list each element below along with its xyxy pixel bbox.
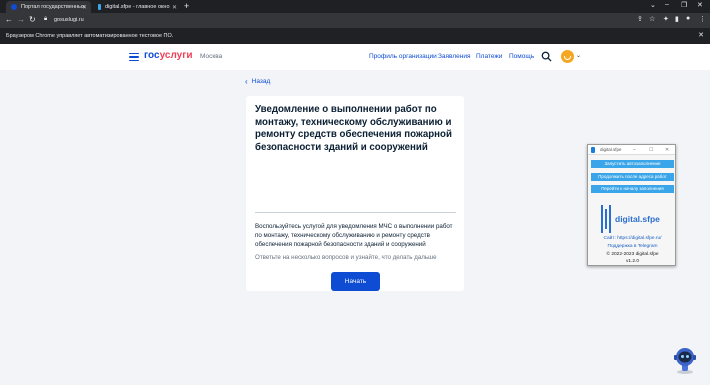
minimize-icon[interactable]: – bbox=[633, 145, 636, 155]
close-tab-icon[interactable]: ✕ bbox=[82, 4, 87, 11]
service-card: Уведомление о выполнении работ по монтаж… bbox=[246, 96, 464, 291]
tab-digital-sfpe[interactable]: digital.sfpe - главное окно ✕ bbox=[93, 1, 181, 13]
digital-sfpe-favicon-icon bbox=[98, 4, 101, 10]
logo-text: digital.sfpe bbox=[615, 214, 660, 224]
telegram-support-link[interactable]: Поддержка в Telegram bbox=[588, 244, 677, 249]
avatar[interactable] bbox=[561, 50, 574, 63]
profile-icon[interactable]: ● bbox=[686, 15, 690, 22]
reload-icon[interactable]: ↻ bbox=[29, 15, 36, 24]
start-autofill-button[interactable]: Запустить автозаполнение bbox=[591, 160, 674, 168]
maximize-icon[interactable]: ☐ bbox=[649, 145, 653, 155]
forward-arrow-icon[interactable]: → bbox=[17, 15, 25, 24]
back-arrow-icon[interactable]: ← bbox=[5, 15, 13, 24]
city-selector[interactable]: Москва bbox=[200, 53, 222, 60]
browser-toolbar: ← → ↻ 🔒︎ gosuslugi.ru ⇪ ☆ ✦ ▮ ● ⋮ bbox=[0, 13, 710, 28]
service-hint: Ответьте на несколько вопросов и узнайте… bbox=[255, 254, 437, 261]
continue-after-address-button[interactable]: Продолжить после адреса работ bbox=[591, 173, 674, 181]
close-tab-icon[interactable]: ✕ bbox=[172, 4, 177, 11]
nav-applications[interactable]: Заявления bbox=[438, 53, 471, 60]
tab-title: digital.sfpe - главное окно bbox=[105, 4, 170, 10]
nav-organization-profile[interactable]: Профиль организации bbox=[369, 53, 437, 60]
gosuslugi-logo[interactable]: госуслуги bbox=[144, 50, 193, 61]
page-title: Уведомление о выполнении работ по монтаж… bbox=[255, 104, 452, 153]
app-icon bbox=[591, 147, 595, 153]
tab-search-icon[interactable]: ⌄ bbox=[650, 1, 656, 9]
extensions-icon[interactable]: ✦ bbox=[663, 15, 669, 23]
nav-help[interactable]: Помощь bbox=[509, 53, 534, 60]
gosuslugi-favicon-icon bbox=[11, 4, 17, 10]
lock-icon: 🔒︎ bbox=[44, 16, 48, 22]
browser-tab-bar: Портал государственных услуг ✕ digital.s… bbox=[0, 0, 710, 13]
chevron-down-icon[interactable]: ⌄ bbox=[576, 52, 581, 59]
close-icon[interactable]: ✕ bbox=[665, 145, 669, 155]
address-bar[interactable]: gosuslugi.ru bbox=[48, 15, 638, 26]
widget-titlebar[interactable]: digital.sfpe – ☐ ✕ bbox=[588, 145, 675, 155]
chevron-left-icon: ‹ bbox=[245, 77, 248, 86]
widget-title: digital.sfpe bbox=[600, 147, 622, 152]
sidepanel-icon[interactable]: ▮ bbox=[675, 15, 679, 23]
tab-title: Портал государственных услуг bbox=[21, 4, 85, 10]
logo-part-gos: гос bbox=[144, 50, 160, 61]
infobar-text: Браузером Chrome управляет автоматизиров… bbox=[6, 33, 174, 39]
hamburger-menu-icon[interactable] bbox=[129, 53, 139, 62]
start-button[interactable]: Начать bbox=[331, 272, 380, 291]
robot-assistant-icon[interactable] bbox=[670, 345, 700, 375]
site-header: госуслуги Москва Профиль организации Зая… bbox=[0, 44, 710, 70]
divider bbox=[255, 212, 456, 213]
copyright-text: © 2022-2023 digital.sfpe bbox=[606, 252, 659, 257]
logo-mark-icon bbox=[601, 205, 611, 233]
share-icon[interactable]: ⇪ bbox=[637, 15, 643, 23]
close-window-icon[interactable]: ✕ bbox=[697, 1, 703, 9]
tab-gosuslugi[interactable]: Портал государственных услуг ✕ bbox=[6, 1, 91, 13]
search-icon[interactable] bbox=[541, 51, 552, 62]
bookmark-star-icon[interactable]: ☆ bbox=[649, 15, 655, 23]
minimize-icon[interactable]: – bbox=[665, 1, 669, 8]
menu-kebab-icon[interactable]: ⋮ bbox=[699, 15, 706, 23]
nav-payments[interactable]: Платежи bbox=[476, 53, 502, 60]
service-description: Воспользуйтесь услугой для уведомления М… bbox=[255, 223, 453, 248]
restore-icon[interactable]: ❐ bbox=[681, 1, 687, 9]
back-label: Назад bbox=[251, 78, 271, 85]
version-text: v1.2.0 bbox=[625, 259, 640, 264]
back-link[interactable]: ‹ Назад bbox=[245, 77, 270, 86]
close-infobar-icon[interactable]: ✕ bbox=[698, 28, 704, 44]
logo-part-uslugi: услуги bbox=[159, 50, 193, 61]
site-link[interactable]: Сайт: https://digital.sfpe.ru/ bbox=[588, 236, 677, 241]
automation-infobar: Браузером Chrome управляет автоматизиров… bbox=[0, 28, 710, 44]
digital-sfpe-window: digital.sfpe – ☐ ✕ Запустить автозаполне… bbox=[587, 144, 676, 266]
new-tab-icon[interactable]: + bbox=[184, 1, 189, 11]
go-to-start-button[interactable]: Перейти к началу заполнения bbox=[591, 185, 674, 193]
digital-sfpe-logo: digital.sfpe bbox=[597, 205, 667, 233]
